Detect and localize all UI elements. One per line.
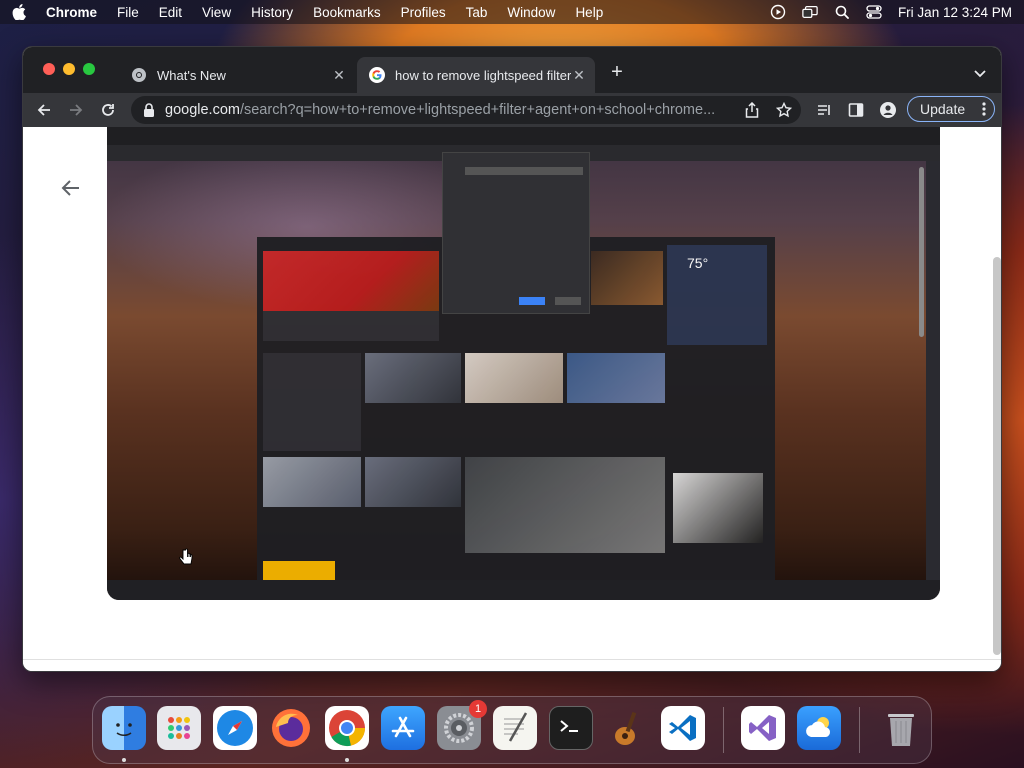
news-tile	[465, 457, 665, 553]
page-scrollbar[interactable]	[993, 257, 1001, 655]
finder-icon[interactable]	[102, 706, 146, 750]
google-favicon-icon	[369, 67, 385, 83]
news-tile	[263, 251, 439, 311]
chrome-window: What's New ✕ how to remove lightspeed fi…	[22, 46, 1002, 672]
news-tile	[263, 457, 361, 507]
menu-profiles[interactable]: Profiles	[401, 5, 446, 20]
safari-icon[interactable]	[213, 706, 257, 750]
news-tile	[591, 251, 663, 305]
share-icon[interactable]	[743, 101, 761, 119]
dialog-cancel-button	[555, 297, 581, 305]
back-icon[interactable]	[35, 101, 53, 119]
news-tile	[365, 353, 461, 403]
menu-clock[interactable]: Fri Jan 12 3:24 PM	[898, 5, 1012, 20]
browser-toolbar: google.com/search?q=how+to+remove+lights…	[23, 93, 1001, 127]
menu-history[interactable]: History	[251, 5, 293, 20]
weather-widget: 75°	[667, 245, 767, 345]
news-tile	[567, 353, 665, 403]
close-window-button[interactable]	[43, 63, 55, 75]
chevron-down-icon[interactable]	[973, 65, 987, 78]
textedit-icon[interactable]	[493, 706, 537, 750]
dock-separator	[723, 707, 724, 753]
news-tile	[263, 353, 361, 451]
url-text: google.com/search?q=how+to+remove+lights…	[165, 102, 745, 118]
dock-separator	[859, 707, 860, 753]
now-playing-icon[interactable]	[770, 4, 786, 20]
visual-studio-icon[interactable]	[741, 706, 785, 750]
reload-icon[interactable]	[99, 101, 117, 119]
menu-app-name[interactable]: Chrome	[46, 5, 97, 20]
news-tile	[263, 311, 439, 341]
dock: 1	[92, 696, 932, 764]
vscode-icon[interactable]	[661, 706, 705, 750]
running-indicator	[122, 758, 126, 762]
tab-strip: What's New ✕ how to remove lightspeed fi…	[23, 47, 1001, 93]
tab-google-search[interactable]: how to remove lightspeed filter ✕	[357, 57, 595, 93]
lock-icon[interactable]	[143, 103, 155, 117]
back-arrow-icon[interactable]	[61, 179, 81, 197]
notification-badge: 1	[469, 700, 487, 718]
terminal-icon[interactable]	[549, 706, 593, 750]
video-scrollbar	[919, 167, 924, 337]
launchpad-icon[interactable]	[157, 706, 201, 750]
weather-temp: 75°	[687, 255, 709, 271]
url-domain: google.com	[165, 102, 240, 118]
news-tile	[465, 353, 563, 403]
firefox-icon[interactable]	[269, 706, 313, 750]
close-tab-icon[interactable]: ✕	[331, 67, 347, 83]
menu-tab[interactable]: Tab	[466, 5, 488, 20]
garageband-icon[interactable]	[605, 706, 649, 750]
profile-avatar-icon[interactable]	[879, 101, 897, 119]
weather-icon[interactable]	[797, 706, 841, 750]
spotlight-search-icon[interactable]	[834, 5, 850, 19]
kebab-menu-icon[interactable]	[982, 101, 986, 117]
video-frame[interactable]: 75°	[107, 127, 940, 600]
system-settings-icon[interactable]: 1	[437, 700, 487, 750]
running-indicator	[345, 758, 349, 762]
menu-file[interactable]: File	[117, 5, 139, 20]
chrome-icon[interactable]	[325, 706, 369, 750]
chrome-favicon-icon	[131, 67, 147, 83]
forward-icon[interactable]	[67, 101, 85, 119]
update-label: Update	[920, 101, 966, 117]
dialog-ok-button	[519, 297, 545, 305]
dialog-field	[465, 167, 583, 175]
news-tile	[263, 561, 335, 581]
address-bar[interactable]: google.com/search?q=how+to+remove+lights…	[131, 96, 801, 124]
divider	[23, 659, 1001, 660]
close-tab-icon[interactable]: ✕	[571, 67, 587, 83]
minimize-window-button[interactable]	[63, 63, 75, 75]
tab-label: how to remove lightspeed filter	[395, 67, 571, 83]
page-content: 75°	[23, 127, 1001, 671]
hand-cursor-icon	[179, 548, 193, 566]
trash-icon[interactable]	[879, 706, 923, 750]
menu-window[interactable]: Window	[507, 5, 555, 20]
video-taskbar	[107, 580, 940, 600]
news-tile	[673, 473, 763, 543]
menu-bar: Chrome File Edit View History Bookmarks …	[0, 0, 1024, 24]
tab-whats-new[interactable]: What's New ✕	[119, 57, 355, 93]
url-path: /search?q=how+to+remove+lightspeed+filte…	[239, 102, 716, 118]
apple-icon[interactable]	[12, 4, 28, 20]
app-store-icon[interactable]	[381, 706, 425, 750]
menu-view[interactable]: View	[202, 5, 231, 20]
side-panel-icon[interactable]	[847, 101, 865, 119]
window-controls	[43, 63, 95, 75]
reading-list-icon[interactable]	[815, 101, 833, 119]
screen-mirroring-icon[interactable]	[802, 5, 818, 19]
menu-edit[interactable]: Edit	[159, 5, 182, 20]
zoom-window-button[interactable]	[83, 63, 95, 75]
tab-label: What's New	[157, 67, 226, 83]
control-center-icon[interactable]	[866, 5, 882, 19]
news-tile	[365, 457, 461, 507]
video-browser-tabs	[107, 127, 940, 145]
bookmark-star-icon[interactable]	[775, 101, 793, 119]
video-sidebar	[926, 161, 940, 581]
menu-bookmarks[interactable]: Bookmarks	[313, 5, 381, 20]
update-button[interactable]: Update	[907, 96, 995, 122]
new-tab-button[interactable]: +	[607, 62, 627, 83]
menu-help[interactable]: Help	[575, 5, 603, 20]
video-dialog	[442, 152, 590, 314]
